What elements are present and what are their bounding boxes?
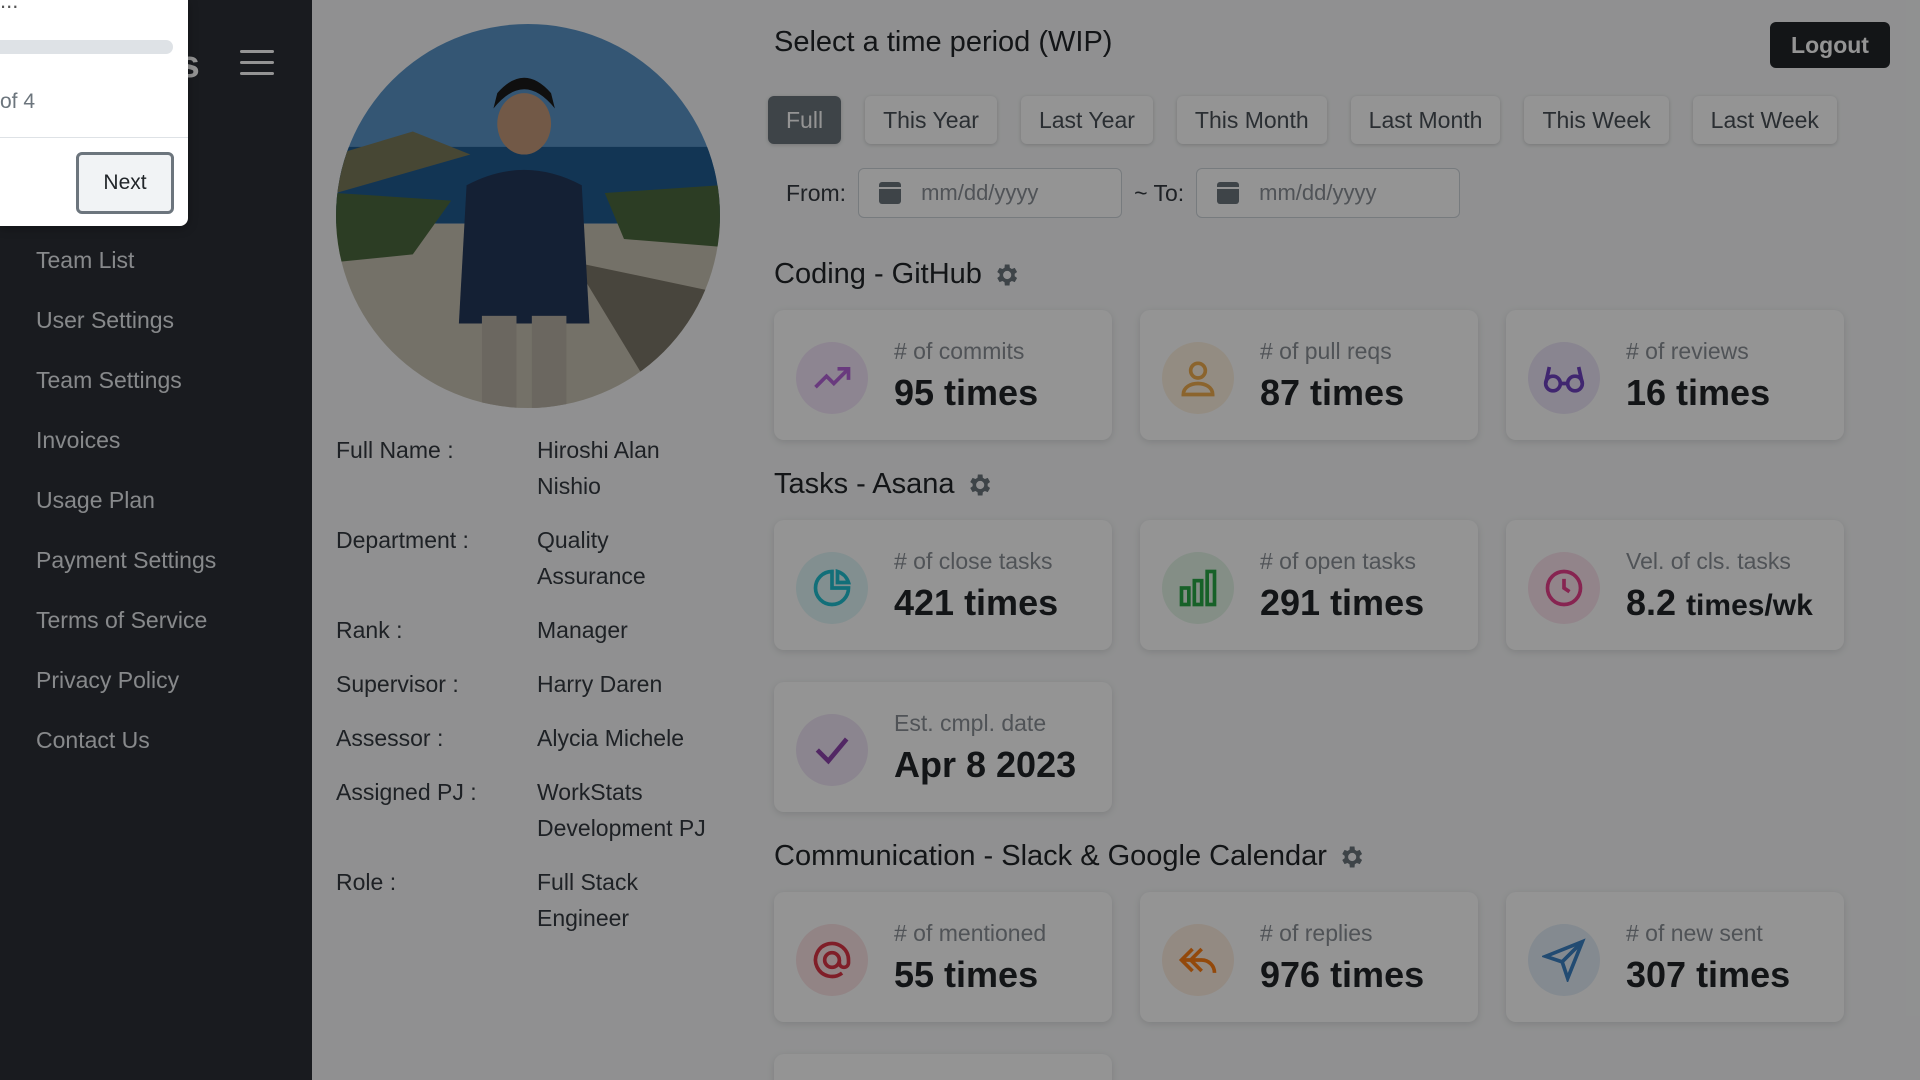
next-button[interactable]: Next xyxy=(76,152,174,214)
tour-overlay[interactable] xyxy=(0,0,1920,1080)
tour-popover: ... of 4 Next xyxy=(0,0,188,226)
tour-dots: ... xyxy=(0,0,19,13)
tour-step-counter: of 4 xyxy=(0,90,36,113)
tour-progress-bar xyxy=(0,40,173,54)
tour-divider xyxy=(0,137,188,138)
